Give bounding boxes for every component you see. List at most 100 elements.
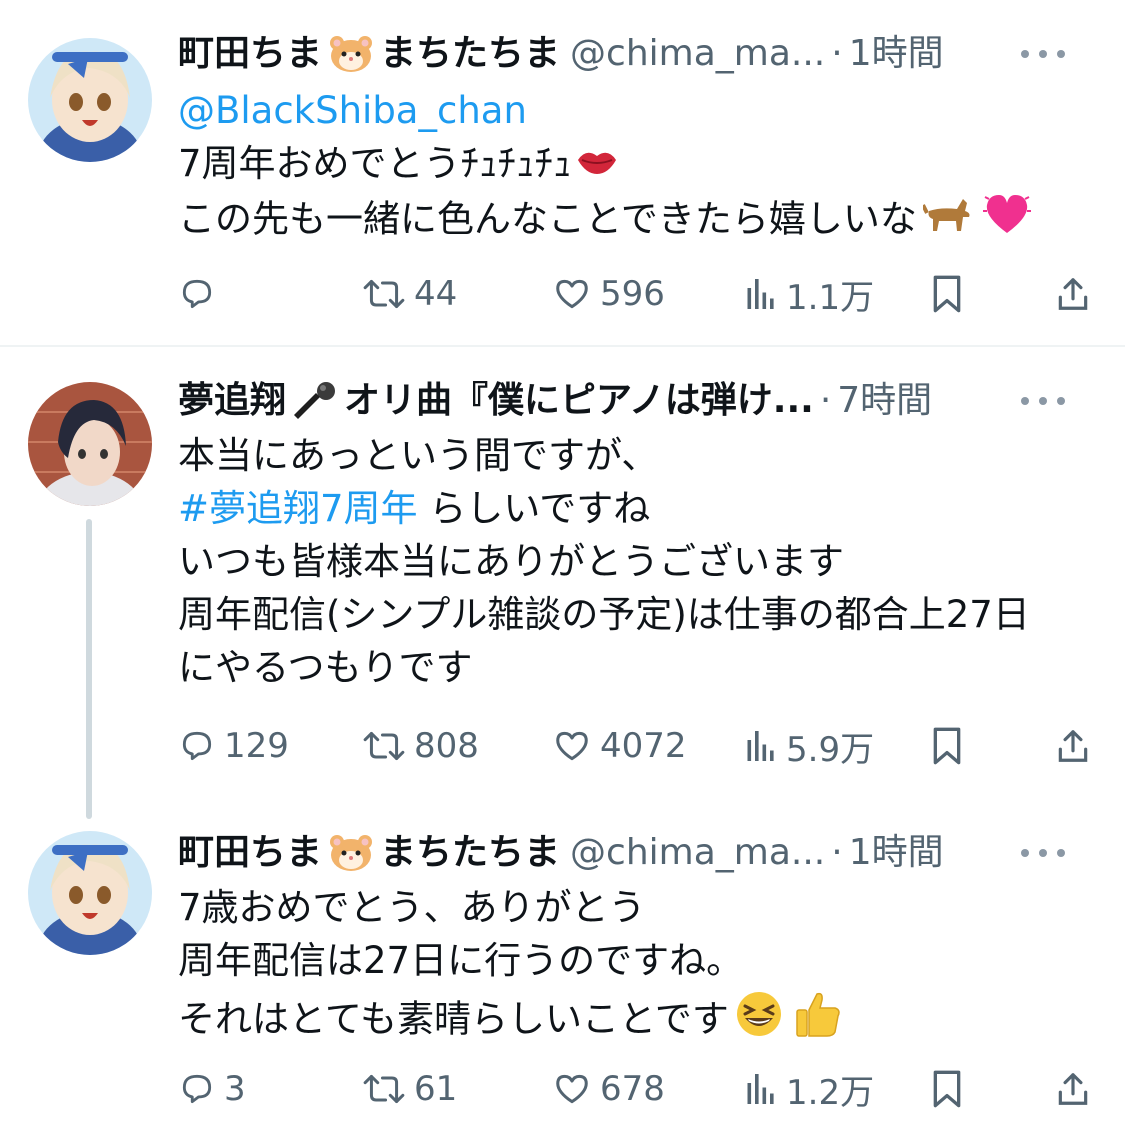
view-count: 5.9万 [786, 729, 875, 770]
bookmark-button[interactable] [930, 722, 964, 770]
reply-button[interactable] [178, 270, 224, 318]
share-button[interactable] [1054, 270, 1092, 318]
reply-button[interactable]: 3 [178, 1065, 246, 1113]
tweet-header: 夢追翔 オリ曲『僕にピアノは弾け... · 7時間 [178, 378, 1095, 424]
hamster-emoji-icon [328, 34, 374, 74]
retweet-count: 808 [414, 726, 479, 766]
display-name[interactable]: 町田ちま [178, 31, 322, 77]
tweet-actions: 129 808 4072 5.9万 [178, 722, 1098, 770]
avatar[interactable] [28, 382, 152, 506]
timestamp[interactable]: 1時間 [849, 830, 944, 876]
tweet-1[interactable]: 町田ちま まちたちま @chima_ma... · 1時間 @BlackShib… [0, 0, 1125, 345]
text-line: らしいですね [417, 487, 651, 530]
bookmark-icon [933, 1070, 961, 1108]
mention-link[interactable]: @BlackShiba_chan [178, 89, 527, 132]
heart-icon [556, 279, 588, 309]
like-button[interactable]: 596 [552, 270, 665, 318]
hashtag-link[interactable]: #夢追翔7周年 [178, 487, 418, 530]
like-count: 596 [600, 274, 665, 314]
text-line: にやるつもりです [178, 646, 473, 689]
text-line: 7周年おめでとうﾁｭﾁｭﾁｭ [178, 142, 572, 185]
grinning-squinting-face-emoji-icon [733, 990, 785, 1052]
tweet-text: @BlackShiba_chan 7周年おめでとうﾁｭﾁｭﾁｭ この先も一緒に色… [178, 85, 1095, 244]
share-icon [1058, 278, 1088, 310]
tweet-header: 町田ちま まちたちま @chima_ma... · 1時間 [178, 830, 1095, 876]
separator-dot: · [819, 380, 832, 421]
tweet-text: 本当にあっという間ですが、 #夢追翔7周年 らしいですね いつも皆様本当にありが… [178, 430, 1095, 695]
bookmark-button[interactable] [930, 270, 964, 318]
text-line: 7歳おめでとう、ありがとう [178, 886, 646, 929]
user-handle[interactable]: @chima_ma... [570, 830, 825, 876]
views-chart-icon [747, 279, 774, 309]
share-button[interactable] [1054, 722, 1092, 770]
reply-button[interactable]: 129 [178, 722, 289, 770]
more-options-icon[interactable] [1021, 378, 1065, 424]
retweet-count: 44 [414, 274, 458, 314]
bookmark-icon [933, 727, 961, 765]
heart-icon [556, 731, 588, 761]
thread-connector [86, 519, 92, 819]
dog-emoji-icon [921, 191, 975, 251]
reply-icon [182, 1074, 212, 1104]
like-button[interactable]: 678 [552, 1065, 665, 1113]
more-options-icon[interactable] [1021, 830, 1065, 876]
views-button[interactable]: 5.9万 [744, 722, 874, 770]
tweet-header: 町田ちま まちたちま @chima_ma... · 1時間 [178, 31, 1095, 77]
separator-dot: · [831, 832, 843, 873]
reply-count: 129 [224, 726, 289, 766]
display-name[interactable]: 町田ちま [178, 830, 322, 876]
retweet-button[interactable]: 44 [362, 270, 457, 318]
share-button[interactable] [1054, 1065, 1092, 1113]
views-button[interactable]: 1.1万 [744, 270, 874, 318]
tweet-3[interactable]: 町田ちま まちたちま @chima_ma... · 1時間 7歳おめでとう、あり… [0, 817, 1125, 1143]
text-line: 周年配信(シンプル雑談の予定)は仕事の都合上27日 [178, 593, 1030, 636]
bookmark-icon [933, 275, 961, 313]
display-name-suffix[interactable]: まちたちま [380, 31, 560, 77]
microphone-emoji-icon [292, 381, 338, 421]
timestamp[interactable]: 7時間 [837, 378, 932, 424]
more-options-icon[interactable] [1021, 31, 1065, 77]
retweet-count: 61 [414, 1069, 458, 1109]
view-count: 1.1万 [786, 277, 875, 318]
share-icon [1058, 1073, 1088, 1105]
share-icon [1058, 730, 1088, 762]
timestamp[interactable]: 1時間 [849, 31, 944, 77]
retweet-icon [363, 279, 405, 309]
retweet-button[interactable]: 808 [362, 722, 479, 770]
text-line: いつも皆様本当にありがとうございます [178, 540, 844, 583]
text-line: この先も一緒に色んなことできたら嬉しいな [178, 197, 917, 241]
view-count: 1.2万 [786, 1072, 875, 1113]
avatar[interactable] [28, 831, 152, 955]
tweet-text: 7歳おめでとう、ありがとう 周年配信は27日に行うのですね。 それはとても素晴ら… [178, 882, 1095, 1041]
avatar[interactable] [28, 38, 152, 162]
like-count: 4072 [600, 726, 687, 766]
reply-icon [182, 279, 212, 309]
views-button[interactable]: 1.2万 [744, 1065, 874, 1113]
hamster-emoji-icon [328, 833, 374, 873]
reply-icon [182, 731, 212, 761]
sparkling-heart-emoji-icon [981, 191, 1033, 251]
bookmark-button[interactable] [930, 1065, 964, 1113]
display-name[interactable]: 夢追翔 [178, 378, 286, 424]
like-button[interactable]: 4072 [552, 722, 687, 770]
retweet-icon [363, 731, 405, 761]
thumbs-up-emoji-icon [791, 988, 843, 1054]
tweet-actions: 3 61 678 1.2万 [178, 1065, 1098, 1113]
text-line: 本当にあっという間ですが、 [178, 434, 659, 477]
text-line: 周年配信は27日に行うのですね。 [178, 939, 744, 982]
display-name-suffix[interactable]: まちたちま [380, 830, 560, 876]
heart-icon [556, 1074, 588, 1104]
retweet-icon [363, 1074, 405, 1104]
reply-count: 3 [224, 1069, 246, 1109]
retweet-button[interactable]: 61 [362, 1065, 457, 1113]
tweet-actions: 44 596 1.1万 [178, 270, 1098, 318]
separator-dot: · [831, 33, 843, 74]
views-chart-icon [747, 1074, 774, 1104]
like-count: 678 [600, 1069, 665, 1109]
text-line: それはとても素晴らしいことです [178, 997, 729, 1041]
kiss-lips-emoji-icon [576, 140, 618, 192]
views-chart-icon [747, 731, 774, 761]
display-name-suffix[interactable]: オリ曲『僕にピアノは弾け... [344, 378, 814, 424]
tweet-2[interactable]: 夢追翔 オリ曲『僕にピアノは弾け... · 7時間 本当にあっという間ですが、 … [0, 347, 1125, 819]
user-handle[interactable]: @chima_ma... [570, 31, 825, 77]
